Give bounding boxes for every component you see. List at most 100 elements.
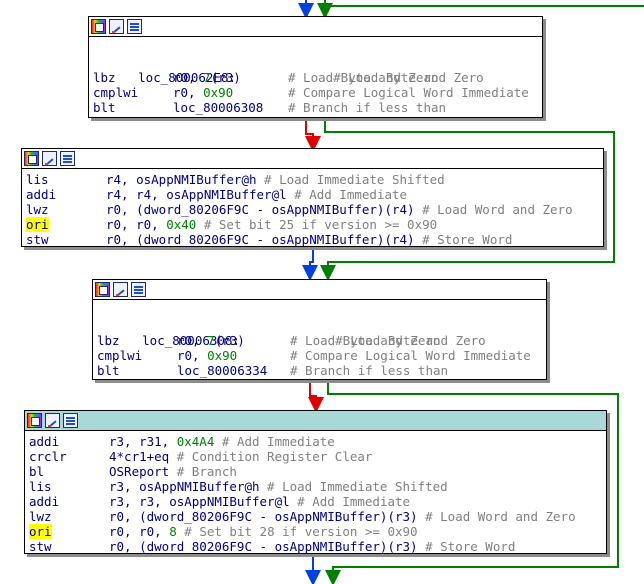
highlighted-mnemonic: ori xyxy=(26,217,49,232)
instruction-line[interactable]: crclr 4*cr1+eq # Condition Register Clear xyxy=(29,449,606,464)
highlighted-mnemonic: ori xyxy=(29,524,52,539)
instruction-operands[interactable]: r3, osAppNMIBuffer@h xyxy=(109,479,267,494)
graph-icon[interactable] xyxy=(63,413,78,428)
instruction-operands[interactable]: r0, (dword_80206F9C - osAppNMIBuffer)(r4… xyxy=(106,202,422,217)
instruction-mnemonic[interactable]: blt xyxy=(93,100,173,115)
asm-comment: # Store Word xyxy=(425,539,516,554)
instruction-mnemonic[interactable]: addi xyxy=(29,434,109,449)
instruction-line[interactable]: cmplwi r0, 0x90 # Compare Logical Word Imm… xyxy=(97,348,546,363)
instruction-line[interactable]: blt loc_80006308 # Branch if less than xyxy=(93,100,542,115)
rename-icon[interactable] xyxy=(109,19,124,34)
instruction-operands[interactable]: 4*cr1+eq xyxy=(109,449,177,464)
asm-comment: # Branch if less than xyxy=(288,100,447,115)
instruction-mnemonic[interactable]: lbz xyxy=(97,333,177,348)
instruction-mnemonic[interactable]: stw xyxy=(26,232,106,247)
rename-icon[interactable] xyxy=(113,282,128,297)
asm-comment: # Load Word and Zero xyxy=(422,202,573,217)
palette-icon[interactable] xyxy=(24,151,39,166)
block-label-line[interactable]: loc_800062E8: # Load Byte and Zero xyxy=(93,55,542,85)
instruction-mnemonic[interactable]: lbz xyxy=(93,70,173,85)
instruction-mnemonic[interactable]: stw xyxy=(29,539,109,554)
instruction-operands[interactable]: r0, 7(r3) xyxy=(173,70,288,85)
instruction-mnemonic[interactable]: ori xyxy=(29,524,109,539)
graph-icon[interactable] xyxy=(60,151,75,166)
instruction-line[interactable]: ori r0, r0, 8 # Set bit 28 if version >= … xyxy=(29,524,606,539)
instruction-operands[interactable]: r0, 0x90 xyxy=(173,85,288,100)
instruction-operands[interactable]: r0, (dword_80206F9C - osAppNMIBuffer)(r3… xyxy=(109,539,425,554)
instruction-mnemonic[interactable]: lwz xyxy=(29,509,109,524)
edge-block3-false xyxy=(308,382,324,413)
instruction-line[interactable]: stw r0, (dword_80206F9C - osAppNMIBuffer)… xyxy=(29,539,606,554)
rename-icon[interactable] xyxy=(45,413,60,428)
instruction-mnemonic[interactable]: lis xyxy=(26,172,106,187)
instruction-line[interactable]: ori r0, r0, 0x40 # Set bit 25 if version … xyxy=(26,217,603,232)
instruction-line[interactable]: lwz r0, (dword_80206F9C - osAppNMIBuffer)… xyxy=(26,202,603,217)
code-block-osappnmibuffer-set-bit25[interactable]: lis r4, osAppNMIBuffer@h # Load Immediate… xyxy=(21,148,604,247)
asm-comment: # Compare Logical Word Immediate xyxy=(288,85,529,100)
instruction-line[interactable]: bl OSReport # Branch xyxy=(29,464,606,479)
instruction-operands[interactable]: r0, 7(r3) xyxy=(177,333,290,348)
block-header-selected xyxy=(25,411,606,431)
instruction-operands[interactable]: r0, (dword_80206F9C - osAppNMIBuffer)(r3… xyxy=(109,509,425,524)
rename-icon[interactable] xyxy=(42,151,57,166)
asm-comment: # Load Byte and Zero xyxy=(288,70,439,85)
operand-text: r3, r3, osAppNMIBuffer@l xyxy=(109,494,290,509)
edge-block1-false xyxy=(305,120,321,152)
instruction-operands[interactable]: r3, r3, osAppNMIBuffer@l xyxy=(109,494,297,509)
operand-text: r0, (dword_80206F9C - osAppNMIBuffer)(r4… xyxy=(106,232,415,247)
instruction-mnemonic[interactable]: lis xyxy=(29,479,109,494)
instruction-line[interactable]: addi r3, r3, osAppNMIBuffer@l # Add Immed… xyxy=(29,494,606,509)
operand-text: r3, r31, xyxy=(109,434,177,449)
operand-text: r0, (dword_80206F9C - osAppNMIBuffer)(r3… xyxy=(109,539,418,554)
block-label-line[interactable]: loc_80006308: # Load Byte and Zero xyxy=(97,318,546,348)
asm-comment: # Store Word xyxy=(422,232,513,247)
instruction-mnemonic[interactable]: addi xyxy=(26,187,106,202)
instruction-line[interactable]: lis r3, osAppNMIBuffer@h # Load Immediate… xyxy=(29,479,606,494)
instruction-line[interactable]: lwz r0, (dword_80206F9C - osAppNMIBuffer)… xyxy=(29,509,606,524)
instruction-operands[interactable]: r0, r0, 0x40 xyxy=(106,217,204,232)
instruction-mnemonic[interactable]: cmplwi xyxy=(97,348,177,363)
mnemonic-text: lwz xyxy=(29,509,52,524)
instruction-line[interactable]: addi r4, r4, osAppNMIBuffer@l # Add Immed… xyxy=(26,187,603,202)
instruction-mnemonic[interactable]: bl xyxy=(29,464,109,479)
operand-text: r0, xyxy=(177,348,208,363)
code-block-loc-800062E8[interactable]: loc_800062E8: # Load Byte and Zero lbz r0,… xyxy=(88,16,543,118)
instruction-operands[interactable]: r0, 0x90 xyxy=(177,348,290,363)
graph-icon[interactable] xyxy=(131,282,146,297)
instruction-mnemonic[interactable]: lwz xyxy=(26,202,106,217)
instruction-line[interactable]: stw r0, (dword_80206F9C - osAppNMIBuffer)… xyxy=(26,232,603,247)
instruction-mnemonic[interactable]: cmplwi xyxy=(93,85,173,100)
instruction-operands[interactable]: r4, osAppNMIBuffer@h xyxy=(106,172,264,187)
instruction-line[interactable]: addi r3, r31, 0x4A4 # Add Immediate xyxy=(29,434,606,449)
instruction-operands[interactable]: r0, (dword_80206F9C - osAppNMIBuffer)(r4… xyxy=(106,232,422,247)
palette-icon[interactable] xyxy=(91,19,106,34)
mnemonic-text: lwz xyxy=(26,202,49,217)
instruction-operands[interactable]: r3, r31, 0x4A4 xyxy=(109,434,222,449)
instruction-line[interactable]: lis r4, osAppNMIBuffer@h # Load Immediate… xyxy=(26,172,603,187)
graph-icon[interactable] xyxy=(127,19,142,34)
instruction-operands[interactable]: loc_80006308 xyxy=(173,100,288,115)
code-block-osreport-set-bit28[interactable]: addi r3, r31, 0x4A4 # Add Immediate crclr 4… xyxy=(24,410,607,554)
operand-suffix: (r3) xyxy=(214,333,245,348)
asm-comment: # Compare Logical Word Immediate xyxy=(290,348,531,363)
instruction-mnemonic[interactable]: ori xyxy=(26,217,106,232)
instruction-operands[interactable]: r0, r0, 8 xyxy=(109,524,184,539)
code-block-loc-80006308[interactable]: loc_80006308: # Load Byte and Zero lbz r0,… xyxy=(92,279,547,380)
instruction-mnemonic[interactable]: addi xyxy=(29,494,109,509)
mnemonic-text: addi xyxy=(26,187,57,202)
palette-icon[interactable] xyxy=(27,413,42,428)
asm-comment: # Load Immediate Shifted xyxy=(264,172,445,187)
instruction-operands[interactable]: r4, r4, osAppNMIBuffer@l xyxy=(106,187,294,202)
instruction-mnemonic[interactable]: crclr xyxy=(29,449,109,464)
asm-comment: # Set bit 28 if version >= 0x90 xyxy=(184,524,418,539)
instruction-operands[interactable]: OSReport xyxy=(109,464,177,479)
operand-text: r0, xyxy=(177,333,208,348)
instruction-line[interactable]: cmplwi r0, 0x90 # Compare Logical Word Imm… xyxy=(93,85,542,100)
instruction-operands[interactable]: loc_80006334 xyxy=(177,363,290,378)
palette-icon[interactable] xyxy=(95,282,110,297)
immediate-value: 0x90 xyxy=(207,348,238,363)
instruction-line[interactable]: blt loc_80006334 # Branch if less than xyxy=(97,363,546,378)
instruction-mnemonic[interactable]: blt xyxy=(97,363,177,378)
mnemonic-text: blt xyxy=(93,100,116,115)
asm-comment: # Load Immediate Shifted xyxy=(267,479,448,494)
